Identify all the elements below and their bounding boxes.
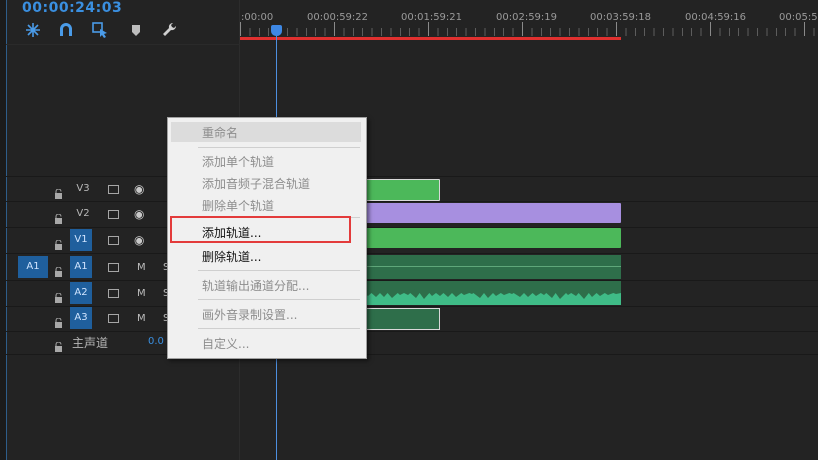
- track-label-a1[interactable]: A1: [70, 256, 92, 278]
- ruler-label: 00:02:59:19: [496, 12, 558, 23]
- track-divider: [6, 331, 818, 332]
- mute-button[interactable]: M: [137, 288, 146, 299]
- menu-item-add-submix-track[interactable]: 添加音频子混合轨道: [202, 175, 310, 192]
- wrench-icon[interactable]: [160, 21, 178, 39]
- menu-item-delete-single-track[interactable]: 删除单个轨道: [202, 197, 274, 214]
- playhead-timecode[interactable]: 00:00:24:03: [22, 0, 122, 16]
- lock-icon[interactable]: [54, 313, 63, 328]
- magnet-icon[interactable]: [57, 21, 75, 39]
- track-label-v3[interactable]: V3: [72, 178, 94, 200]
- ruler-label: :00:00: [241, 12, 274, 23]
- ruler-label: 00:05:5: [779, 12, 818, 23]
- menu-item-voiceover-settings[interactable]: 画外音录制设置...: [202, 306, 297, 323]
- menu-item-rename-hover: [171, 122, 361, 142]
- track-divider: [6, 253, 818, 254]
- lock-icon[interactable]: [54, 288, 63, 303]
- lock-icon[interactable]: [54, 209, 63, 224]
- sync-lock-icon[interactable]: [108, 185, 119, 194]
- track-label-v2[interactable]: V2: [72, 203, 94, 225]
- menu-separator: [198, 270, 360, 271]
- snap-icon[interactable]: [24, 21, 42, 39]
- master-volume-value[interactable]: 0.0: [148, 336, 164, 347]
- menu-separator: [198, 328, 360, 329]
- mute-button[interactable]: M: [137, 262, 146, 273]
- menu-item-customize[interactable]: 自定义...: [202, 335, 249, 352]
- mute-button[interactable]: M: [137, 313, 146, 324]
- eye-icon[interactable]: ◉: [134, 182, 144, 196]
- eye-icon[interactable]: ◉: [134, 233, 144, 247]
- header-separator: [6, 44, 240, 45]
- panel-left-edge: [0, 0, 7, 460]
- menu-item-rename[interactable]: 重命名: [202, 124, 238, 141]
- sync-lock-icon[interactable]: [108, 289, 119, 298]
- track-label-a2[interactable]: A2: [70, 282, 92, 304]
- ruler-label: 00:00:59:22: [307, 12, 369, 23]
- sync-lock-icon[interactable]: [108, 314, 119, 323]
- ruler-label: 00:01:59:21: [401, 12, 463, 23]
- marker-icon[interactable]: [127, 21, 145, 39]
- lock-icon[interactable]: [54, 337, 63, 352]
- playhead-handle[interactable]: [271, 25, 282, 36]
- track-divider: [6, 306, 818, 307]
- lock-icon[interactable]: [54, 235, 63, 250]
- sync-lock-icon[interactable]: [108, 210, 119, 219]
- ruler-label: 00:04:59:16: [685, 12, 747, 23]
- track-divider: [6, 201, 818, 202]
- work-area-bar[interactable]: [240, 37, 621, 40]
- track-label-a3[interactable]: A3: [70, 307, 92, 329]
- menu-item-delete-tracks[interactable]: 删除轨道...: [202, 248, 261, 265]
- lock-icon[interactable]: [54, 184, 63, 199]
- lock-icon[interactable]: [54, 262, 63, 277]
- track-divider: [6, 354, 818, 355]
- menu-separator: [198, 147, 360, 148]
- linked-selection-icon[interactable]: [91, 21, 109, 39]
- sync-lock-icon[interactable]: [108, 263, 119, 272]
- menu-separator: [198, 299, 360, 300]
- sync-lock-icon[interactable]: [108, 236, 119, 245]
- track-label-v1[interactable]: V1: [70, 229, 92, 251]
- ruler-label: 00:03:59:18: [590, 12, 652, 23]
- track-divider: [6, 176, 818, 177]
- highlight-annotation-box: [170, 216, 351, 243]
- eye-icon[interactable]: ◉: [134, 207, 144, 221]
- menu-item-add-single-track[interactable]: 添加单个轨道: [202, 153, 274, 170]
- source-patch-a1[interactable]: A1: [18, 256, 48, 278]
- ruler-major-ticks: [240, 22, 818, 36]
- menu-item-track-output-channel[interactable]: 轨道输出通道分配...: [202, 277, 309, 294]
- master-track-label: 主声道: [72, 336, 109, 350]
